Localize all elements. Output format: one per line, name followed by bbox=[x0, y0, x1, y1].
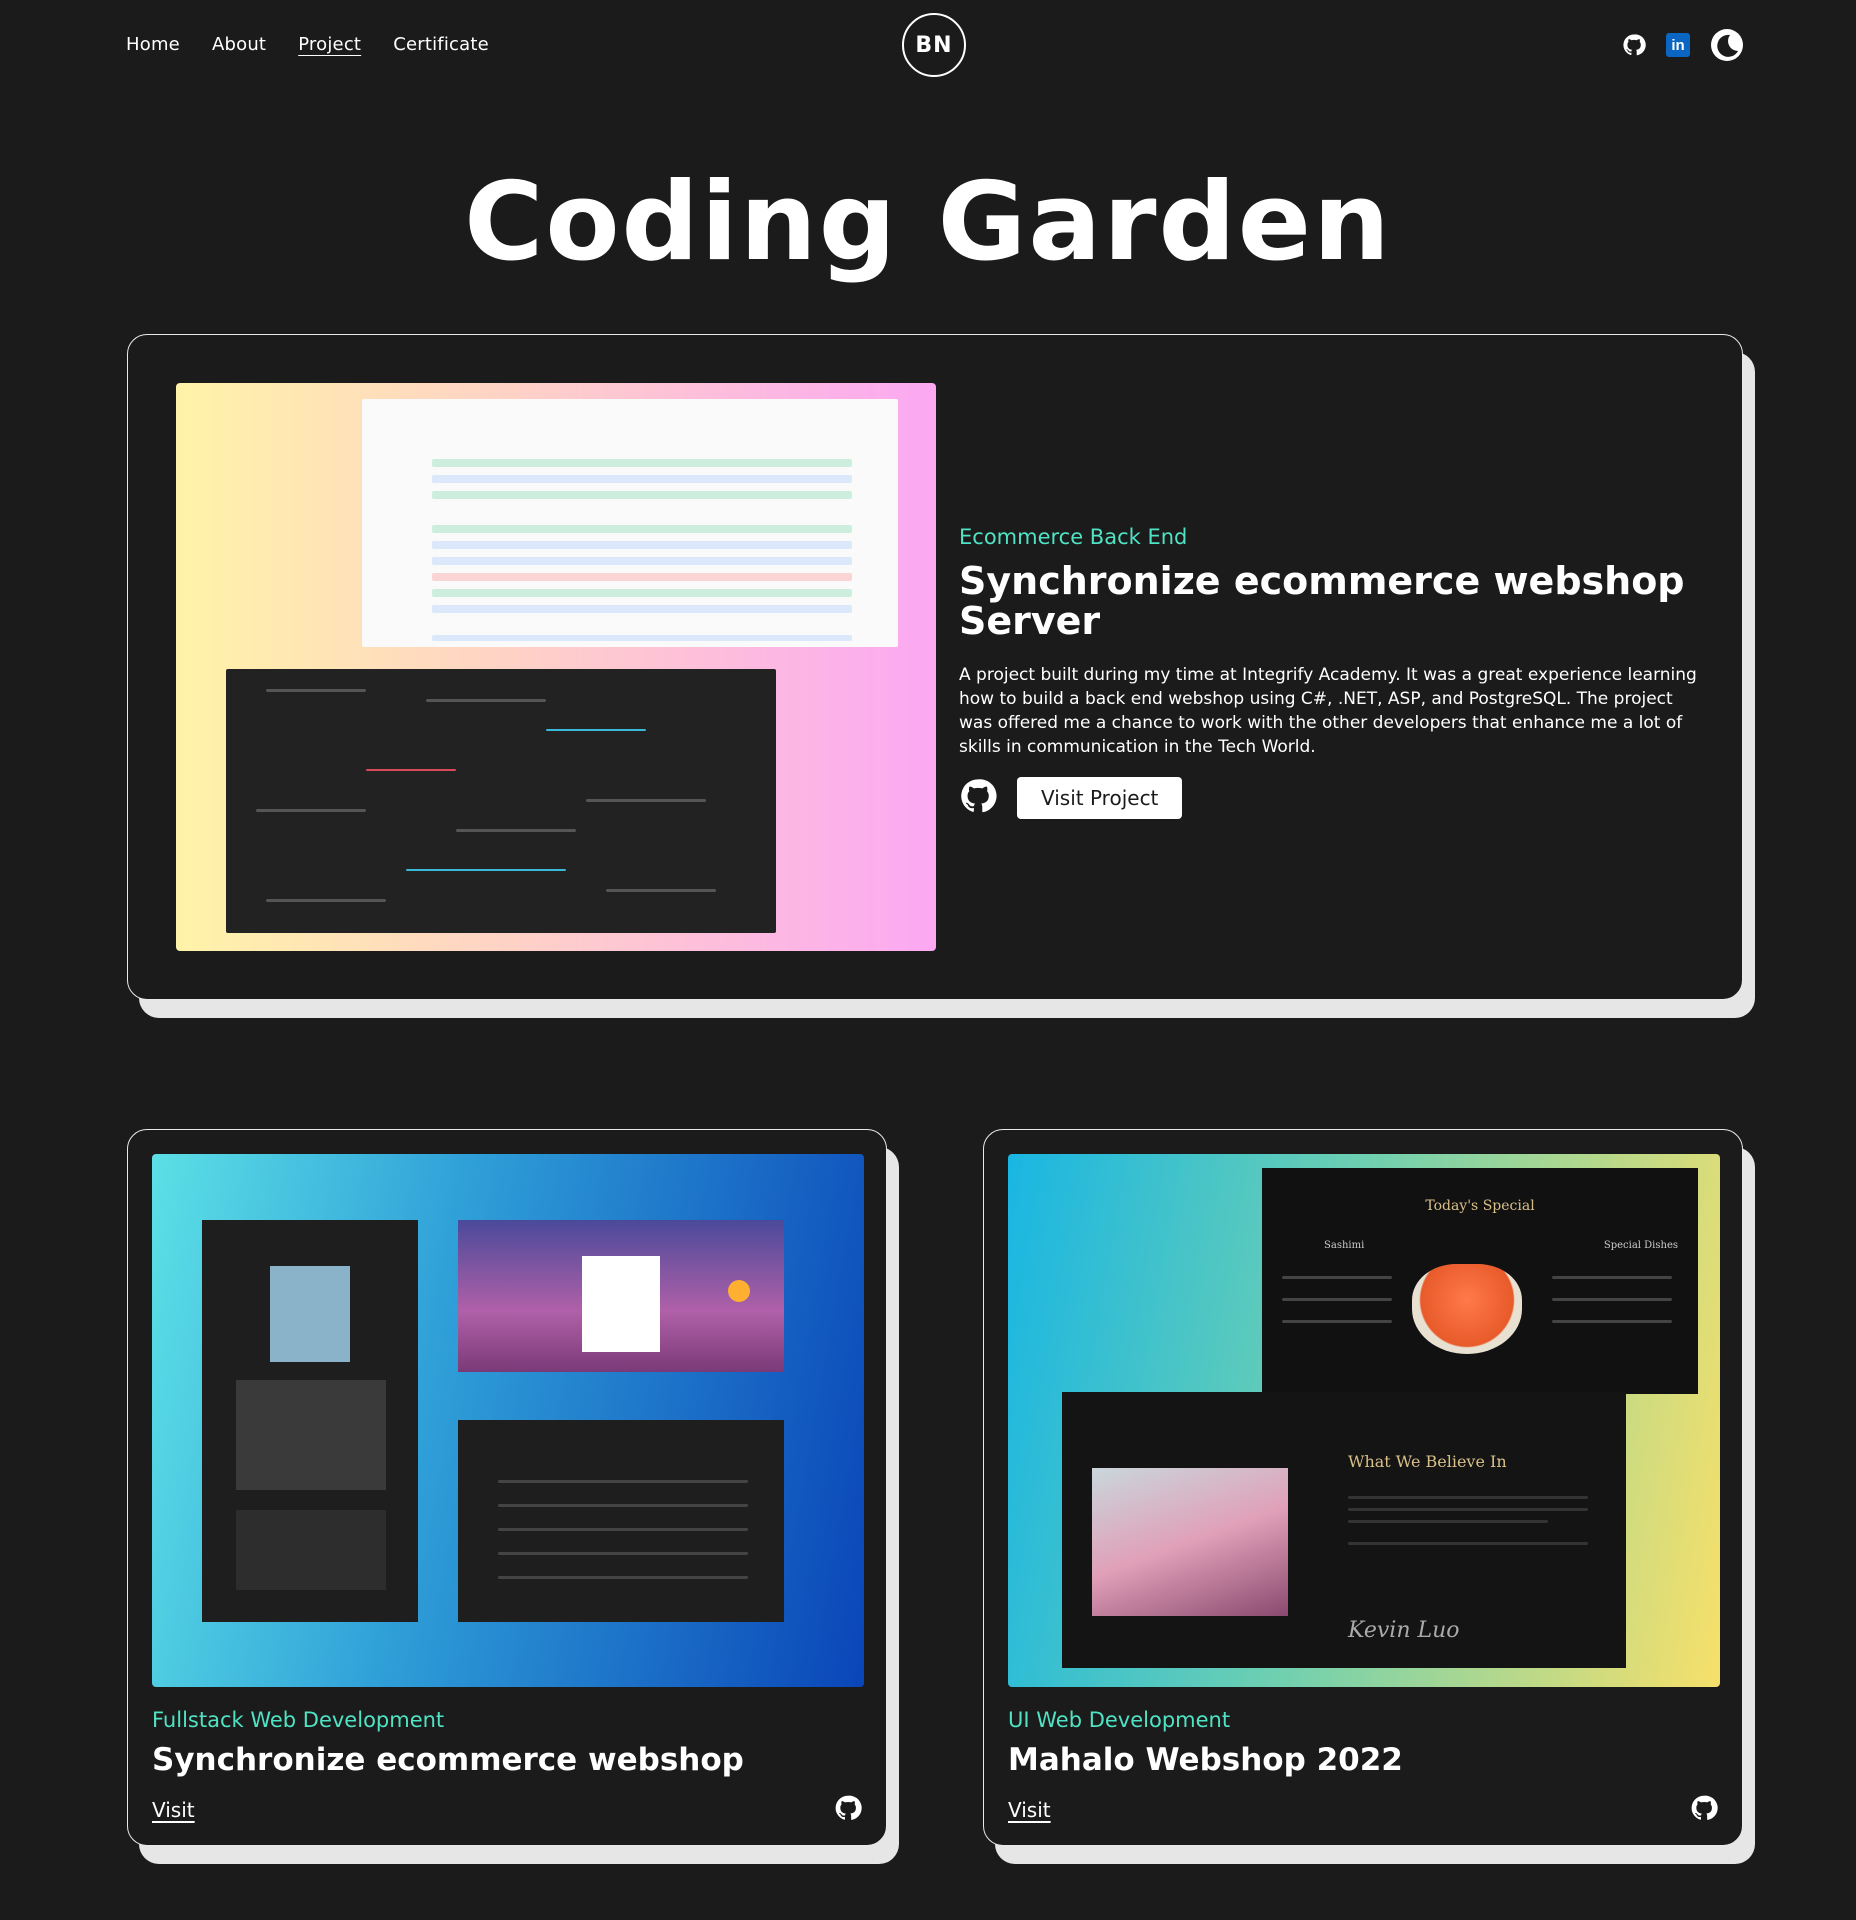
project-title: Synchronize ecommerce webshop Server bbox=[959, 559, 1685, 643]
github-icon[interactable] bbox=[1622, 33, 1646, 57]
project-title: Synchronize ecommerce webshop bbox=[152, 1742, 744, 1778]
project-category: Fullstack Web Development bbox=[152, 1708, 445, 1732]
featured-project-info: Ecommerce Back End Synchronize ecommerce… bbox=[959, 525, 1699, 819]
menu-heading: Today's Special bbox=[1425, 1198, 1535, 1214]
site-logo[interactable]: BN bbox=[902, 13, 966, 77]
github-icon[interactable] bbox=[959, 777, 997, 819]
visit-link[interactable]: Visit bbox=[1008, 1798, 1051, 1822]
project-card: Today's Special Sashimi Special Dishes W… bbox=[983, 1129, 1743, 1846]
project-category: UI Web Development bbox=[1008, 1708, 1231, 1732]
visit-project-button[interactable]: Visit Project bbox=[1017, 777, 1183, 819]
project-category: Ecommerce Back End bbox=[959, 525, 1188, 549]
nav-certificate[interactable]: Certificate bbox=[393, 34, 489, 55]
social-links: in bbox=[1622, 28, 1744, 62]
github-icon[interactable] bbox=[834, 1794, 862, 1826]
project-footer: Visit bbox=[152, 1794, 862, 1826]
project-title: Mahalo Webshop 2022 bbox=[1008, 1742, 1403, 1778]
project-description: A project built during my time at Integr… bbox=[959, 665, 1697, 757]
project-info: UI Web Development Mahalo Webshop 2022 V… bbox=[1008, 1708, 1718, 1826]
project-image bbox=[152, 1154, 864, 1687]
theme-toggle-icon[interactable] bbox=[1710, 28, 1744, 62]
project-info: Fullstack Web Development Synchronize ec… bbox=[152, 1708, 862, 1826]
featured-project-card: Ecommerce Back End Synchronize ecommerce… bbox=[127, 334, 1743, 1000]
visit-link[interactable]: Visit bbox=[152, 1798, 195, 1822]
page-title: Coding Garden bbox=[464, 160, 1392, 285]
linkedin-icon[interactable]: in bbox=[1666, 33, 1690, 57]
signature: Kevin Luo bbox=[1348, 1618, 1460, 1643]
nav-home[interactable]: Home bbox=[126, 34, 180, 55]
main-nav: Home About Project Certificate bbox=[126, 34, 489, 55]
github-icon[interactable] bbox=[1690, 1794, 1718, 1826]
project-image: Today's Special Sashimi Special Dishes W… bbox=[1008, 1154, 1720, 1687]
nav-about[interactable]: About bbox=[212, 34, 266, 55]
menu-col-right: Special Dishes bbox=[1603, 1240, 1678, 1251]
about-heading: What We Believe In bbox=[1348, 1452, 1507, 1471]
menu-col-left: Sashimi bbox=[1324, 1240, 1365, 1251]
project-footer: Visit bbox=[1008, 1794, 1718, 1826]
project-card: Fullstack Web Development Synchronize ec… bbox=[127, 1129, 887, 1846]
nav-project[interactable]: Project bbox=[298, 34, 361, 55]
featured-project-image bbox=[176, 383, 936, 951]
project-actions: Visit Project bbox=[959, 777, 1699, 819]
